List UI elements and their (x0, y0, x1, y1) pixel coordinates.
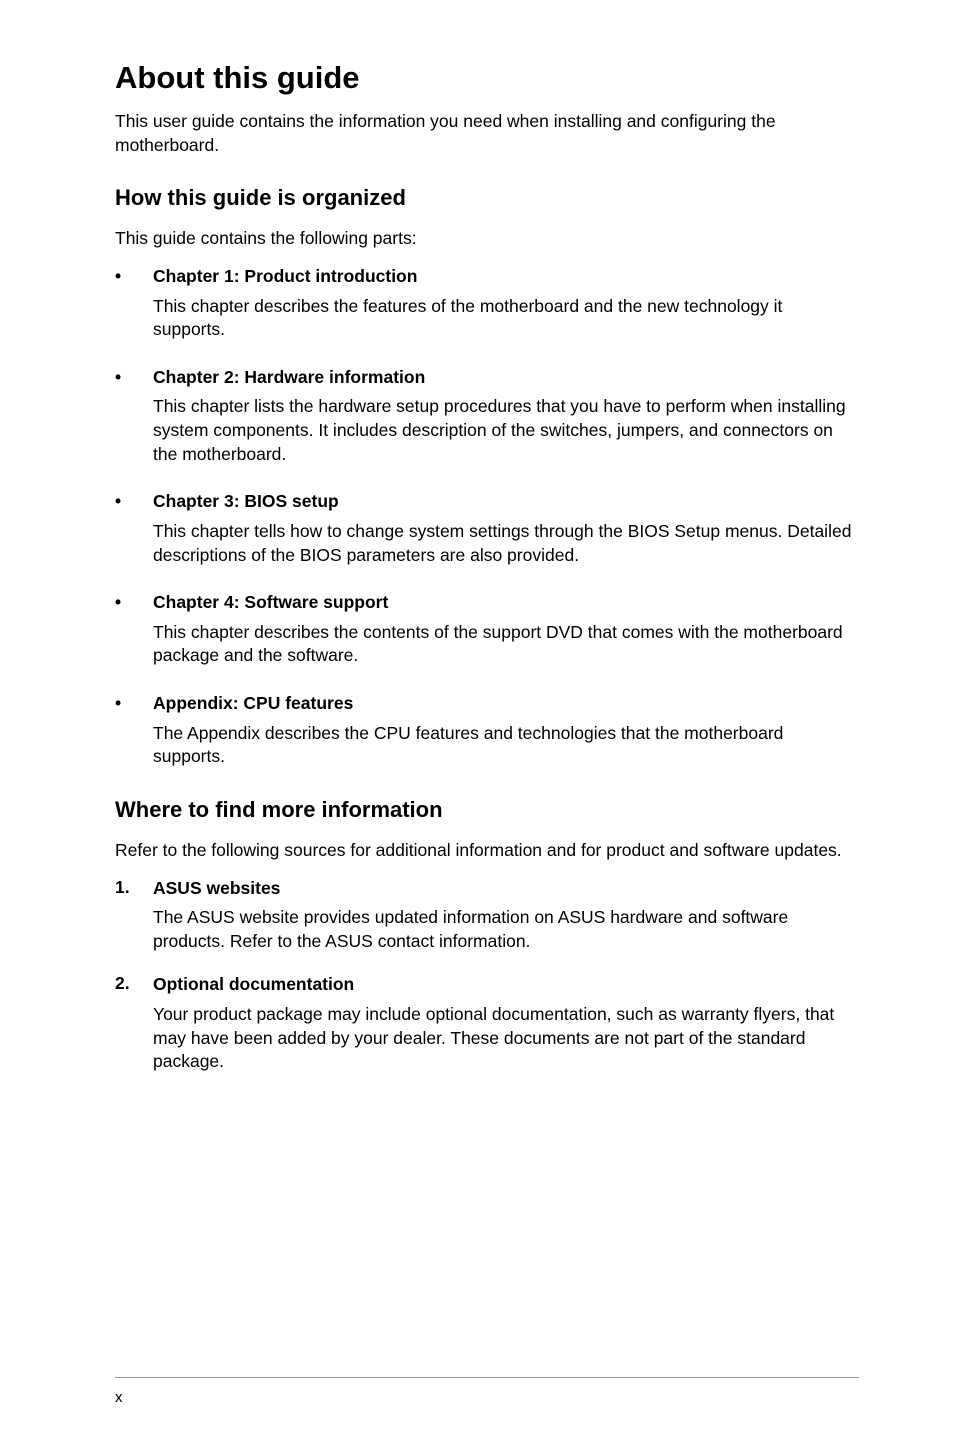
bullet-appendix: • Appendix: CPU features The Appendix de… (115, 692, 859, 785)
bullet-heading: Chapter 4: Software support (153, 591, 859, 615)
bullet-marker: • (115, 591, 153, 684)
bullet-content: Chapter 3: BIOS setup This chapter tells… (153, 490, 859, 583)
bullet-heading: Appendix: CPU features (153, 692, 859, 716)
bullet-heading: Chapter 2: Hardware information (153, 366, 859, 390)
bullet-content: Chapter 2: Hardware information This cha… (153, 366, 859, 483)
bullet-chapter-2: • Chapter 2: Hardware information This c… (115, 366, 859, 483)
bullet-body: This chapter describes the features of t… (153, 295, 859, 342)
numbered-heading: Optional documentation (153, 973, 859, 997)
numbered-body: The ASUS website provides updated inform… (153, 906, 859, 953)
bullet-content: Chapter 1: Product introduction This cha… (153, 265, 859, 358)
numbered-content: Optional documentation Your product pack… (153, 973, 859, 1088)
numbered-marker: 1. (115, 877, 153, 968)
bullet-content: Chapter 4: Software support This chapter… (153, 591, 859, 684)
page-title: About this guide (115, 60, 859, 96)
bullet-marker: • (115, 692, 153, 785)
section-heading-more-info: Where to find more information (115, 797, 859, 823)
section-heading-organization: How this guide is organized (115, 185, 859, 211)
bullet-body: The Appendix describes the CPU features … (153, 722, 859, 769)
bullet-chapter-3: • Chapter 3: BIOS setup This chapter tel… (115, 490, 859, 583)
numbered-content: ASUS websites The ASUS website provides … (153, 877, 859, 968)
bullet-body: This chapter describes the contents of t… (153, 621, 859, 668)
bullet-body: This chapter tells how to change system … (153, 520, 859, 567)
bullet-chapter-1: • Chapter 1: Product introduction This c… (115, 265, 859, 358)
bullet-heading: Chapter 3: BIOS setup (153, 490, 859, 514)
section-intro-organization: This guide contains the following parts: (115, 227, 859, 251)
numbered-optional-docs: 2. Optional documentation Your product p… (115, 973, 859, 1088)
bullet-marker: • (115, 265, 153, 358)
bullet-marker: • (115, 490, 153, 583)
bullet-body: This chapter lists the hardware setup pr… (153, 395, 859, 466)
footer-divider (115, 1377, 859, 1378)
page-number: x (115, 1389, 123, 1406)
bullet-chapter-4: • Chapter 4: Software support This chapt… (115, 591, 859, 684)
numbered-asus-websites: 1. ASUS websites The ASUS website provid… (115, 877, 859, 968)
numbered-heading: ASUS websites (153, 877, 859, 901)
bullet-heading: Chapter 1: Product introduction (153, 265, 859, 289)
bullet-content: Appendix: CPU features The Appendix desc… (153, 692, 859, 785)
intro-paragraph: This user guide contains the information… (115, 110, 859, 157)
numbered-marker: 2. (115, 973, 153, 1088)
numbered-body: Your product package may include optiona… (153, 1003, 859, 1074)
bullet-marker: • (115, 366, 153, 483)
section-intro-more-info: Refer to the following sources for addit… (115, 839, 859, 863)
